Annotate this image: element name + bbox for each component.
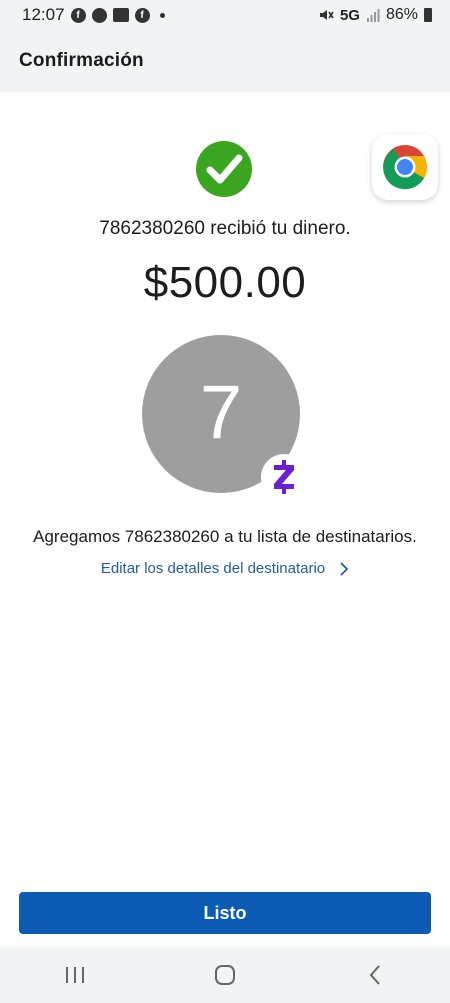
mute-icon <box>319 10 334 20</box>
received-message: 7862380260 recibió tu dinero. <box>99 218 351 239</box>
chat-bubble-icon <box>91 7 107 23</box>
battery-icon <box>424 8 432 22</box>
status-right: 5G 86% <box>318 6 432 24</box>
system-nav-bar <box>0 947 450 1003</box>
recents-button[interactable] <box>45 955 105 995</box>
page-title: Confirmación <box>19 50 144 71</box>
edit-recipient-label: Editar los detalles del destinatario <box>100 560 326 577</box>
facebook-icon: f <box>134 7 150 23</box>
added-recipient-message: Agregamos 7862380260 a tu lista de desti… <box>33 527 417 546</box>
network-type: 5G <box>339 6 360 24</box>
chevron-right-icon <box>340 561 349 576</box>
more-notifications-icon <box>159 12 165 18</box>
status-left: 12:07 f f <box>22 5 165 25</box>
signal-icon <box>366 9 380 22</box>
sent-amount: $500.00 <box>143 258 307 307</box>
chrome-bubble[interactable] <box>372 134 438 200</box>
home-icon <box>215 965 235 985</box>
status-bar: 12:07 f f 5G 86% <box>0 0 450 30</box>
home-button[interactable] <box>195 955 255 995</box>
chrome-icon <box>383 145 427 190</box>
back-icon <box>369 965 380 985</box>
back-button[interactable] <box>345 955 405 995</box>
battery-level: 86% <box>385 6 418 23</box>
news-icon <box>112 8 129 22</box>
status-time: 12:07 <box>22 5 65 24</box>
done-button[interactable]: Listo <box>19 892 431 934</box>
check-circle-icon <box>196 141 252 197</box>
app-header: Confirmación <box>0 30 450 92</box>
facebook-icon: f <box>70 7 86 23</box>
zelle-logo-icon <box>274 460 294 494</box>
edit-recipient-link[interactable]: Editar los detalles del destinatario <box>0 560 450 577</box>
zelle-badge <box>261 454 307 500</box>
avatar-initial: 7 <box>199 369 243 455</box>
recents-icon <box>66 967 84 983</box>
